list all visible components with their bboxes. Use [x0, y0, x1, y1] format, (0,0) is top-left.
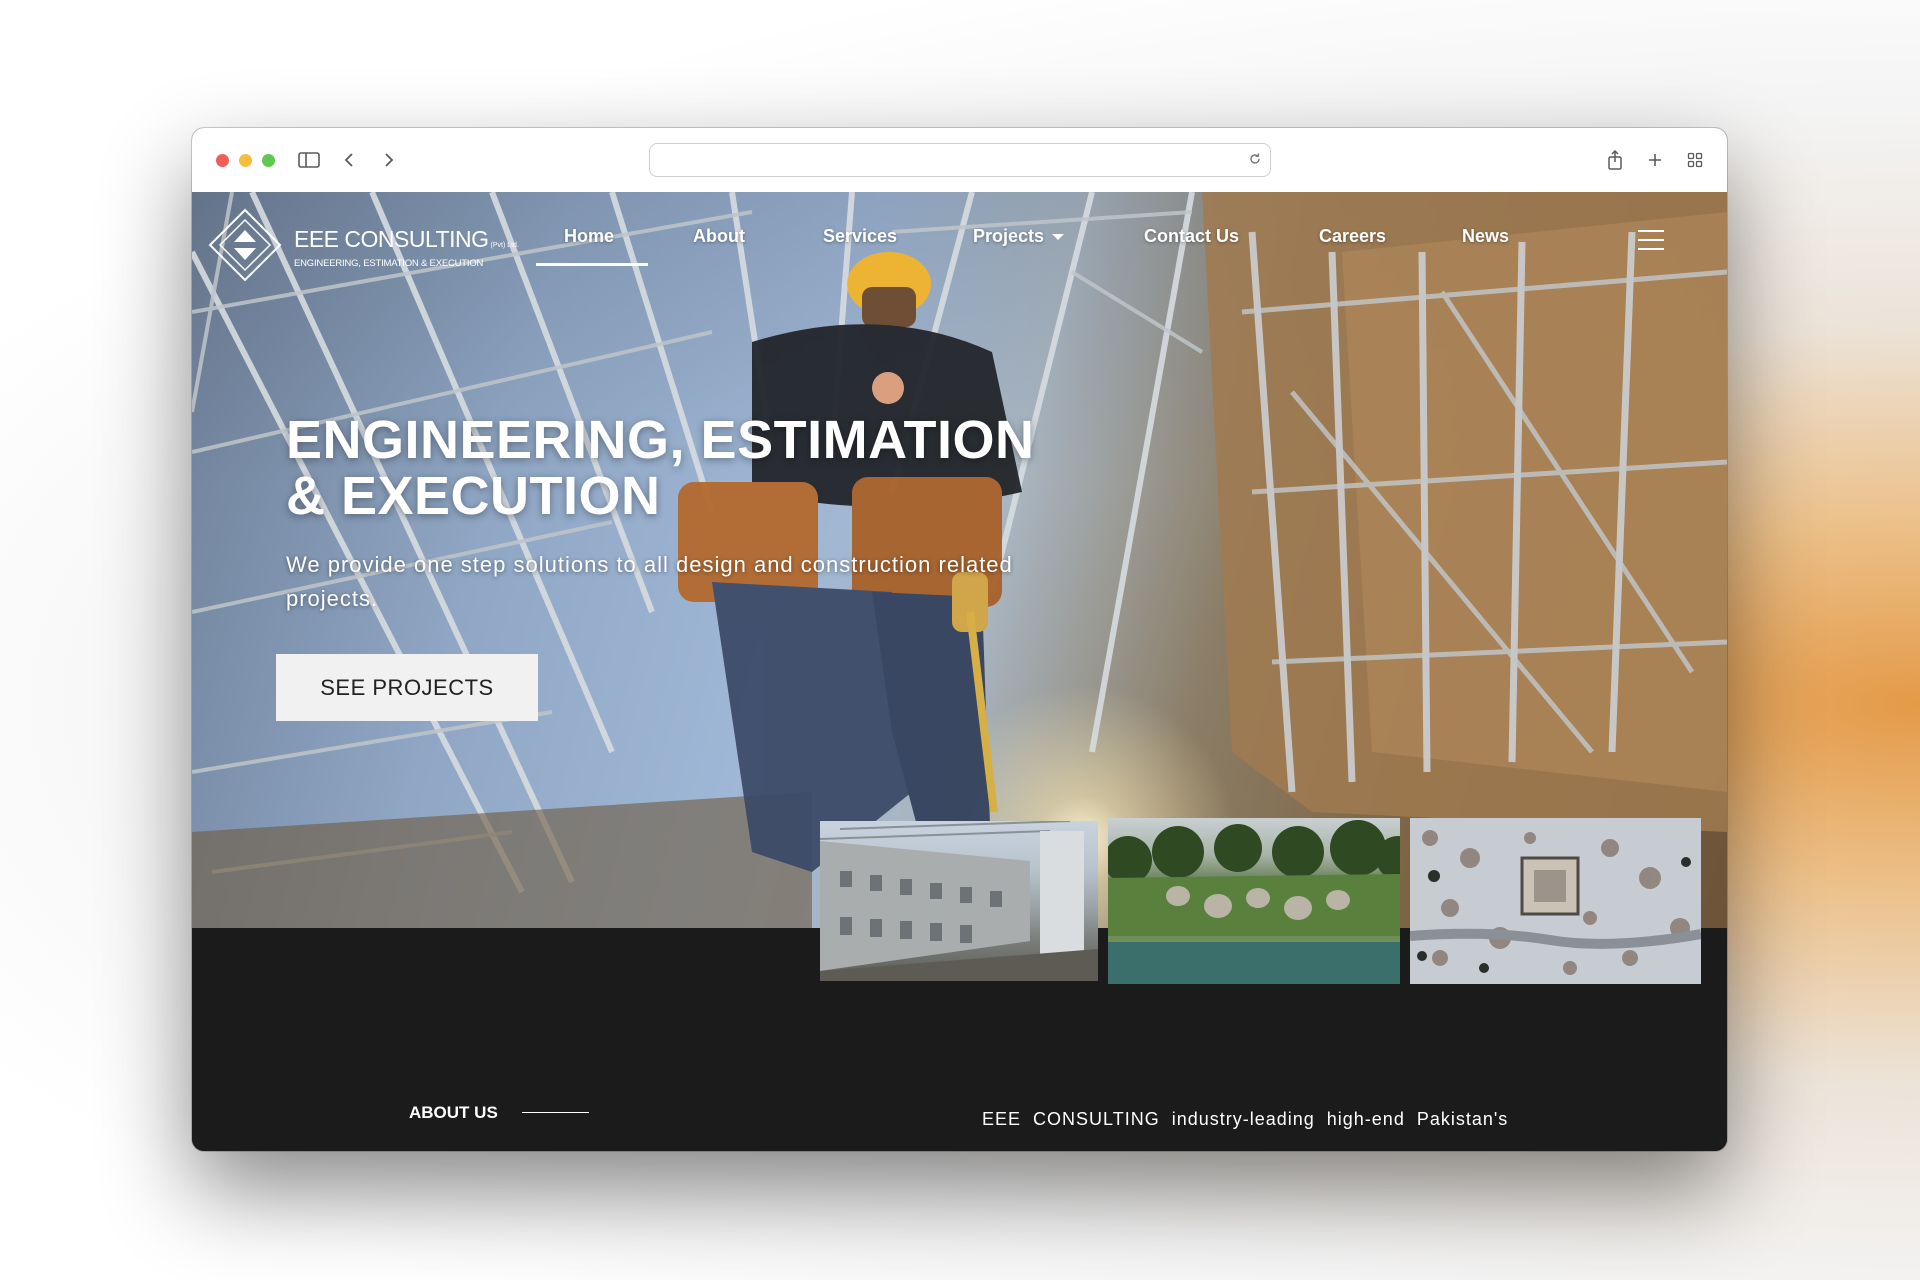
website-content: EEE CONSULTING (Pvt) Ltd. ENGINEERING, ES…: [192, 192, 1727, 1151]
hero-subtext: We provide one step solutions to all des…: [286, 552, 1013, 611]
new-tab-icon[interactable]: [1641, 146, 1669, 174]
url-input[interactable]: [660, 144, 1234, 176]
active-nav-indicator: [536, 263, 648, 266]
share-icon[interactable]: [1601, 146, 1629, 174]
nav-projects[interactable]: Projects: [973, 226, 1065, 247]
chevron-down-icon: [1052, 234, 1065, 241]
forward-icon[interactable]: [375, 146, 403, 174]
back-icon[interactable]: [335, 146, 363, 174]
browser-window: EEE CONSULTING (Pvt) Ltd. ENGINEERING, ES…: [192, 128, 1727, 1151]
sidebar-toggle-icon[interactable]: [295, 146, 323, 174]
reload-icon[interactable]: [1248, 152, 1262, 166]
nav-contact-us[interactable]: Contact Us: [1144, 226, 1239, 247]
zoom-window-button[interactable]: [262, 154, 275, 167]
browser-toolbar: [192, 128, 1727, 193]
nav-services[interactable]: Services: [823, 226, 897, 247]
tab-overview-icon[interactable]: [1681, 146, 1709, 174]
close-window-button[interactable]: [216, 154, 229, 167]
hamburger-menu-icon[interactable]: [1638, 230, 1664, 250]
address-bar[interactable]: [649, 143, 1271, 177]
project-thumbnail-aerial[interactable]: [1410, 818, 1701, 984]
aerial-snow-image: [1410, 818, 1701, 984]
building-image: [820, 821, 1098, 981]
brand-tagline: ENGINEERING, ESTIMATION & EXECUTION: [294, 258, 484, 269]
about-divider: [522, 1112, 589, 1113]
nav-about[interactable]: About: [693, 226, 745, 247]
nav-careers[interactable]: Careers: [1319, 226, 1386, 247]
project-thumbnail-building[interactable]: [820, 821, 1098, 981]
project-thumbnail-domes[interactable]: [1108, 818, 1400, 984]
hero-headline: ENGINEERING, ESTIMATION & EXECUTION: [286, 410, 1035, 526]
about-intro-text: EEE CONSULTING industry-leading high-end…: [982, 1109, 1509, 1129]
minimize-window-button[interactable]: [239, 154, 252, 167]
see-projects-button[interactable]: SEE PROJECTS: [276, 654, 538, 721]
nav-home[interactable]: Home: [564, 226, 614, 247]
main-navigation: Home About Services Projects Contact Us …: [192, 226, 1727, 256]
dome-resort-image: [1108, 820, 1400, 984]
nav-news[interactable]: News: [1462, 226, 1509, 247]
about-us-label: ABOUT US: [409, 1103, 498, 1122]
